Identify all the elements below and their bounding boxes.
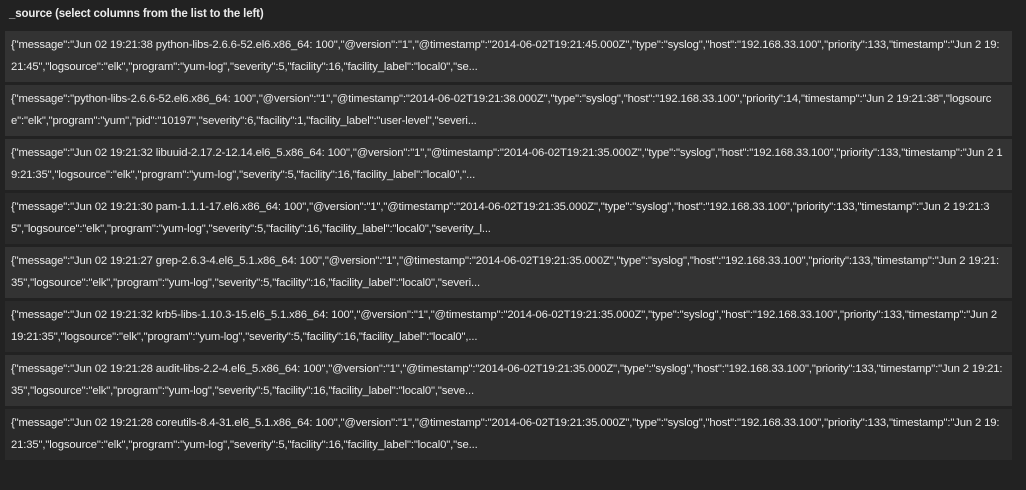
row-source-text: {"message":"python-libs-2.6.6-52.el6.x86… <box>11 93 992 127</box>
table-row[interactable]: {"message":"Jun 02 19:21:28 coreutils-8.… <box>5 409 1012 460</box>
source-column-header: _source (select columns from the list to… <box>9 8 264 20</box>
scroll-gutter[interactable] <box>1012 0 1026 490</box>
source-panel: _source (select columns from the list to… <box>0 0 1026 490</box>
row-source-text: {"message":"Jun 02 19:21:38 python-libs-… <box>11 39 1000 73</box>
table-row[interactable]: {"message":"Jun 02 19:21:28 audit-libs-2… <box>5 355 1012 406</box>
row-source-text: {"message":"Jun 02 19:21:27 grep-2.6.3-4… <box>11 255 999 289</box>
row-source-text: {"message":"Jun 02 19:21:32 krb5-libs-1.… <box>11 309 998 343</box>
row-source-text: {"message":"Jun 02 19:21:30 pam-1.1.1-17… <box>11 201 990 235</box>
table-row[interactable]: {"message":"Jun 02 19:21:32 krb5-libs-1.… <box>5 301 1012 352</box>
row-source-text: {"message":"Jun 02 19:21:28 coreutils-8.… <box>11 417 1000 451</box>
table-row[interactable]: {"message":"Jun 02 19:21:27 grep-2.6.3-4… <box>5 247 1012 298</box>
row-source-text: {"message":"Jun 02 19:21:32 libuuid-2.17… <box>11 147 1003 181</box>
document-list: {"message":"Jun 02 19:21:38 python-libs-… <box>5 31 1012 463</box>
table-row[interactable]: {"message":"Jun 02 19:21:38 python-libs-… <box>5 31 1012 82</box>
table-row[interactable]: {"message":"Jun 02 19:21:32 libuuid-2.17… <box>5 139 1012 190</box>
table-row[interactable]: {"message":"python-libs-2.6.6-52.el6.x86… <box>5 85 1012 136</box>
table-row[interactable]: {"message":"Jun 02 19:21:30 pam-1.1.1-17… <box>5 193 1012 244</box>
row-source-text: {"message":"Jun 02 19:21:28 audit-libs-2… <box>11 363 1003 397</box>
